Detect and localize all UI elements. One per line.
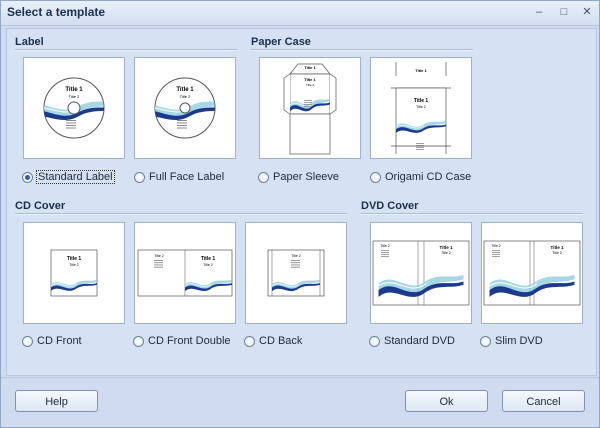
thumb-title1: Title 1	[201, 256, 216, 262]
section-label: Label	[15, 36, 44, 48]
option-full-face-label[interactable]: Full Face Label	[134, 169, 224, 185]
option-label: CD Front Double	[148, 335, 231, 347]
thumb-title2: Title 2	[180, 94, 192, 99]
thumb-cd-front[interactable]: Title 1 Title 2	[23, 222, 125, 324]
thumb-title1: Title 1	[65, 87, 83, 93]
option-label: CD Back	[259, 335, 303, 347]
thumb-standard-dvd[interactable]: Title 2 Title 1 Title 2	[370, 222, 472, 324]
radio-standard-dvd[interactable]	[369, 335, 380, 347]
thumb-title2: Title 2	[291, 254, 300, 258]
option-cd-front-double[interactable]: CD Front Double	[133, 333, 231, 349]
option-cd-back[interactable]: CD Back	[244, 333, 302, 349]
option-label: Slim DVD	[495, 335, 543, 347]
thumb-cd-back[interactable]: Title 2	[245, 222, 347, 324]
dialog-title: Select a template	[7, 5, 106, 19]
thumb-origami-cd-case[interactable]: Title 1 Title 1 Title 2	[370, 57, 472, 159]
cancel-button[interactable]: Cancel	[502, 390, 585, 412]
thumb-title2: Title 2	[306, 83, 314, 87]
help-button[interactable]: Help	[15, 390, 98, 412]
thumb-title1: Title 1	[415, 68, 427, 73]
thumb-title1: Title 1	[176, 87, 194, 93]
section-cd-cover: CD Cover	[15, 200, 66, 212]
thumb-slim-dvd[interactable]: Title 2 Title 1 Title 2	[481, 222, 583, 324]
thumb-title1: Title 1	[304, 77, 316, 82]
option-cd-front[interactable]: CD Front	[22, 333, 82, 349]
radio-slim-dvd[interactable]	[480, 335, 491, 347]
title-bar: Select a template – □ ✕	[1, 1, 599, 26]
thumb-title1: Title 1	[414, 98, 429, 104]
thumb-title2: Title 2	[441, 251, 450, 255]
thumb-full-face-label[interactable]: Title 1 Title 2	[134, 57, 236, 159]
thumb-paper-sleeve[interactable]: Title 1 Title 1 Title 2	[259, 57, 361, 159]
option-label: Standard DVD	[384, 335, 455, 347]
close-icon[interactable]: ✕	[579, 5, 595, 20]
option-origami-cd-case[interactable]: Origami CD Case	[370, 169, 471, 185]
option-label: Standard Label	[36, 170, 115, 184]
option-paper-sleeve[interactable]: Paper Sleeve	[258, 169, 339, 185]
thumb-title2: Title 2	[69, 263, 78, 267]
thumb-title2: Title 2	[203, 263, 212, 267]
thumb-title1: Title 1	[440, 245, 453, 250]
thumb-title1: Title 1	[67, 256, 82, 262]
radio-full-face-label[interactable]	[134, 171, 145, 183]
thumb-title1: Title 1	[304, 65, 316, 70]
thumb-title2: Title 2	[69, 94, 81, 99]
radio-cd-front-double[interactable]	[133, 335, 144, 347]
maximize-icon[interactable]: □	[556, 5, 572, 20]
option-label: Full Face Label	[149, 171, 225, 183]
minimize-icon[interactable]: –	[531, 5, 547, 20]
thumb-title2: Title 2	[552, 251, 561, 255]
thumb-title2: Title 2	[380, 244, 389, 248]
template-dialog: Select a template – □ ✕ Label Paper Case…	[0, 0, 600, 428]
option-slim-dvd[interactable]: Slim DVD	[480, 333, 543, 349]
footer-divider	[1, 377, 599, 378]
ok-button[interactable]: Ok	[405, 390, 488, 412]
radio-standard-label[interactable]	[22, 171, 33, 183]
thumb-standard-label[interactable]: Title 1 Title 2	[23, 57, 125, 159]
radio-cd-front[interactable]	[22, 335, 33, 347]
radio-paper-sleeve[interactable]	[258, 171, 269, 183]
divider	[251, 49, 473, 51]
thumb-title2: Title 2	[416, 105, 425, 109]
divider	[15, 213, 347, 215]
option-label: Paper Sleeve	[273, 171, 340, 183]
divider	[361, 213, 583, 215]
option-label: CD Front	[37, 335, 82, 347]
option-standard-dvd[interactable]: Standard DVD	[369, 333, 455, 349]
section-dvd-cover: DVD Cover	[361, 200, 419, 212]
thumb-title2: Title 2	[154, 254, 163, 258]
divider	[15, 49, 237, 51]
section-paper-case: Paper Case	[251, 36, 311, 48]
thumb-title2: Title 2	[491, 244, 500, 248]
thumb-title1: Title 1	[551, 245, 564, 250]
radio-cd-back[interactable]	[244, 335, 255, 347]
radio-origami-cd-case[interactable]	[370, 171, 381, 183]
option-standard-label[interactable]: Standard Label	[22, 169, 115, 185]
thumb-cd-front-double[interactable]: Title 2 Title 1 Title 2	[134, 222, 236, 324]
option-label: Origami CD Case	[385, 171, 472, 183]
